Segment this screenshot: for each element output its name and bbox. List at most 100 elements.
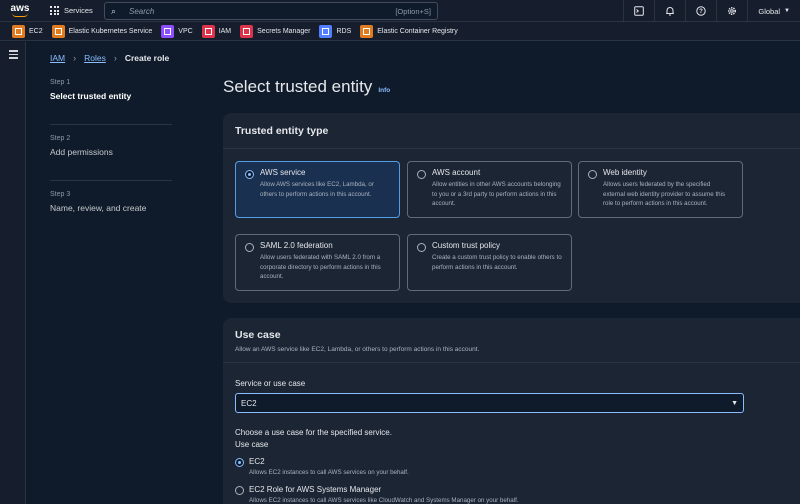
tile-title: Custom trust policy	[432, 241, 501, 250]
step-1: Step 1 Select trusted entity	[50, 79, 172, 125]
favorite-secrets-manager[interactable]: Secrets Manager	[240, 24, 311, 38]
breadcrumb: IAM › Roles › Create role	[50, 53, 169, 63]
side-rail	[0, 42, 26, 504]
search-icon: ⌕	[111, 5, 117, 16]
step-title: Add permissions	[50, 147, 113, 157]
step-number: Step 3	[50, 191, 71, 198]
eks-icon	[51, 24, 65, 38]
use-case-subheading: Allow an AWS service like EC2, Lambda, o…	[235, 346, 480, 353]
secrets-manager-icon	[240, 24, 254, 38]
tile-title: AWS service	[260, 168, 306, 177]
region-selector[interactable]: Global ▼	[747, 0, 800, 22]
services-button[interactable]: Services	[40, 0, 99, 22]
favorite-label: EC2	[29, 27, 43, 35]
tile-description: Allow entities in other AWS accounts bel…	[432, 181, 561, 207]
divider	[223, 148, 800, 149]
favorite-eks[interactable]: Elastic Kubernetes Service	[51, 24, 153, 38]
wizard-steps: Step 1 Select trusted entity Step 2 Add …	[50, 79, 172, 247]
favorite-label: Elastic Kubernetes Service	[68, 27, 153, 35]
use-case-option-ec2-ssm[interactable]: EC2 Role for AWS Systems Manager Allows …	[235, 485, 519, 504]
grid-icon	[50, 6, 59, 15]
rds-icon	[319, 24, 333, 38]
search-placeholder: Search	[129, 6, 155, 16]
choose-use-case-label: Choose a use case for the specified serv…	[235, 428, 392, 437]
radio-selected[interactable]	[235, 458, 244, 467]
tile-title: Web identity	[603, 168, 647, 177]
service-label: Service or use case	[235, 379, 306, 388]
menu-icon[interactable]	[9, 50, 18, 61]
vpc-icon	[161, 24, 175, 38]
favorites-bar: EC2 Elastic Kubernetes Service VPC IAM Secre…	[0, 22, 800, 41]
radio-unselected[interactable]	[417, 170, 426, 179]
page-title-text: Select trusted entity	[223, 77, 373, 96]
use-case-heading: Use case	[235, 329, 281, 341]
ecr-icon	[360, 24, 374, 38]
option-description: Allows EC2 instances to call AWS service…	[249, 469, 409, 476]
chevron-right-icon: ›	[113, 53, 117, 63]
iam-icon	[201, 24, 215, 38]
favorite-label: Secrets Manager	[257, 27, 311, 35]
favorite-ec2[interactable]: EC2	[12, 24, 43, 38]
top-navigation: aws Services ⌕ Search [Option+S] ? Globa…	[0, 0, 800, 22]
option-description: Allows EC2 instances to call AWS service…	[249, 497, 519, 504]
aws-logo-text: aws	[10, 3, 30, 14]
radio-unselected[interactable]	[245, 243, 254, 252]
tile-description: Allow AWS services like EC2, Lambda, or …	[260, 181, 374, 198]
services-label: Services	[64, 6, 93, 15]
search-shortcut: [Option+S]	[395, 6, 431, 16]
favorite-label: RDS	[336, 27, 352, 35]
page-title: Select trusted entity Info	[223, 77, 390, 97]
favorite-label: VPC	[178, 27, 193, 35]
favorite-rds[interactable]: RDS	[319, 24, 352, 38]
radio-unselected[interactable]	[417, 243, 426, 252]
aws-logo[interactable]: aws	[0, 0, 40, 22]
tile-aws-account[interactable]: AWS account Allow entities in other AWS …	[407, 161, 572, 218]
tile-custom-trust-policy[interactable]: Custom trust policy Create a custom trus…	[407, 234, 572, 291]
service-select[interactable]: EC2 ▼	[235, 393, 744, 413]
tile-description: Create a custom trust policy to enable o…	[432, 254, 562, 271]
breadcrumb-current: Create role	[124, 53, 170, 63]
nav-right-group: ? Global ▼	[623, 0, 800, 22]
breadcrumb-iam-link[interactable]: IAM	[50, 53, 65, 63]
tile-title: AWS account	[432, 168, 481, 177]
step-3: Step 3 Name, review, and create	[50, 191, 172, 237]
radio-unselected[interactable]	[235, 486, 244, 495]
step-title: Name, review, and create	[50, 203, 147, 213]
info-link[interactable]: Info	[378, 87, 390, 94]
cloudshell-icon[interactable]	[623, 0, 654, 22]
svg-text:?: ?	[700, 9, 704, 15]
divider	[223, 362, 800, 363]
tile-description: Allows users federated by the specified …	[603, 181, 726, 207]
bell-icon[interactable]	[654, 0, 685, 22]
service-select-value: EC2	[241, 398, 257, 408]
search-input[interactable]: ⌕ Search [Option+S]	[104, 2, 438, 20]
favorite-iam[interactable]: IAM	[201, 24, 232, 38]
caret-down-icon: ▼	[784, 8, 790, 14]
tile-title: SAML 2.0 federation	[260, 241, 333, 250]
tile-aws-service[interactable]: AWS service Allow AWS services like EC2,…	[235, 161, 400, 218]
favorite-label: IAM	[218, 27, 232, 35]
step-number: Step 2	[50, 135, 71, 142]
tile-web-identity[interactable]: Web identity Allows users federated by t…	[578, 161, 743, 218]
radio-unselected[interactable]	[588, 170, 597, 179]
tile-description: Allow users federated with SAML 2.0 from…	[260, 254, 381, 280]
trusted-entity-heading: Trusted entity type	[235, 125, 329, 137]
tile-saml-federation[interactable]: SAML 2.0 federation Allow users federate…	[235, 234, 400, 291]
favorite-vpc[interactable]: VPC	[161, 24, 193, 38]
option-title: EC2	[249, 457, 265, 466]
use-case-label: Use case	[235, 440, 269, 449]
breadcrumb-roles-link[interactable]: Roles	[84, 53, 106, 63]
step-number: Step 1	[50, 79, 71, 86]
chevron-right-icon: ›	[73, 53, 77, 63]
caret-down-icon: ▼	[731, 399, 738, 407]
aws-smile-icon	[12, 13, 28, 17]
help-icon[interactable]: ?	[685, 0, 716, 22]
step-2: Step 2 Add permissions	[50, 135, 172, 181]
option-title: EC2 Role for AWS Systems Manager	[249, 485, 382, 494]
use-case-option-ec2[interactable]: EC2 Allows EC2 instances to call AWS ser…	[235, 457, 409, 476]
favorite-ecr[interactable]: Elastic Container Registry	[360, 24, 458, 38]
ec2-icon	[12, 24, 25, 38]
use-case-panel: Use case Allow an AWS service like EC2, …	[223, 318, 800, 504]
radio-selected[interactable]	[245, 170, 254, 179]
gear-icon[interactable]	[716, 0, 747, 22]
